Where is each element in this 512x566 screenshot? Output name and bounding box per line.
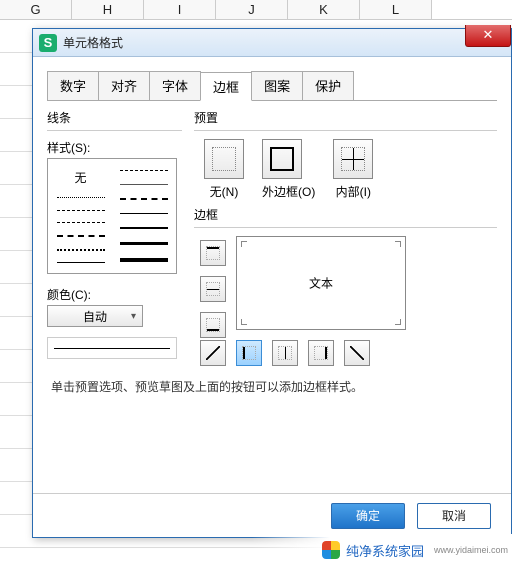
col-header[interactable]: K xyxy=(288,0,360,19)
color-dropdown[interactable]: 自动 xyxy=(47,305,143,327)
border-bottom-button[interactable] xyxy=(200,312,226,338)
dialog-title: 单元格格式 xyxy=(63,34,123,51)
style-double[interactable] xyxy=(120,242,168,245)
preset-outer-label: 外边框(O) xyxy=(262,183,315,200)
border-hmid-button[interactable] xyxy=(200,276,226,302)
border-top-button[interactable] xyxy=(200,240,226,266)
col-header[interactable]: H xyxy=(72,0,144,19)
border-section-label: 边框 xyxy=(194,206,497,223)
col-header[interactable]: G xyxy=(0,0,72,19)
col-header[interactable]: I xyxy=(144,0,216,19)
style-hair[interactable] xyxy=(120,184,168,185)
border-diag-down-button[interactable] xyxy=(344,340,370,366)
preview-text: 文本 xyxy=(309,275,333,292)
style-dotted[interactable] xyxy=(57,197,105,198)
preset-inner-button[interactable] xyxy=(333,139,373,179)
watermark-url: www.yidaimei.com xyxy=(434,545,508,555)
border-diag-up-button[interactable] xyxy=(200,340,226,366)
tab-font[interactable]: 字体 xyxy=(149,71,201,100)
style-label: 样式(S): xyxy=(47,139,182,156)
preset-outer-button[interactable] xyxy=(262,139,302,179)
preset-section-label: 预置 xyxy=(194,109,497,126)
watermark-brand: 纯净系统家园 xyxy=(346,541,424,560)
watermark: 纯净系统家园 www.yidaimei.com xyxy=(252,534,512,566)
app-icon: S xyxy=(39,34,57,52)
hint-text: 单击预置选项、预览草图及上面的按钮可以添加边框样式。 xyxy=(33,374,511,399)
border-vmid-button[interactable] xyxy=(272,340,298,366)
preset-none-label: 无(N) xyxy=(204,183,244,200)
titlebar[interactable]: S 单元格格式 ✕ xyxy=(33,29,511,57)
border-left-button[interactable] xyxy=(236,340,262,366)
style-dashed[interactable] xyxy=(57,210,105,211)
preset-inner-label: 内部(I) xyxy=(333,183,373,200)
tab-pattern[interactable]: 图案 xyxy=(251,71,303,100)
style-dash-dot-dot[interactable] xyxy=(57,235,105,237)
cancel-button[interactable]: 取消 xyxy=(417,503,491,529)
color-value: 自动 xyxy=(83,308,107,325)
col-header[interactable]: J xyxy=(216,0,288,19)
style-dash-dot[interactable] xyxy=(57,222,105,223)
tab-border[interactable]: 边框 xyxy=(200,72,252,101)
line-style-picker[interactable]: 无 xyxy=(47,158,177,274)
cell-format-dialog: S 单元格格式 ✕ 数字 对齐 字体 边框 图案 保护 线条 样式(S): 无 xyxy=(32,28,512,538)
ok-button[interactable]: 确定 xyxy=(331,503,405,529)
dialog-buttons: 确定 取消 xyxy=(33,493,511,537)
color-label: 颜色(C): xyxy=(47,286,182,303)
style-med-dash[interactable] xyxy=(120,170,168,171)
style-medium[interactable] xyxy=(120,213,168,214)
style-med-dash-dot[interactable] xyxy=(120,198,168,200)
tab-number[interactable]: 数字 xyxy=(47,71,99,100)
style-extra-thick[interactable] xyxy=(120,258,168,262)
tab-protect[interactable]: 保护 xyxy=(302,71,354,100)
tabstrip: 数字 对齐 字体 边框 图案 保护 xyxy=(47,71,497,101)
border-preview[interactable]: 文本 xyxy=(236,236,406,330)
style-none[interactable]: 无 xyxy=(74,169,86,186)
line-sample xyxy=(47,337,177,359)
column-headers: G H I J K L xyxy=(0,0,512,20)
style-long-dash[interactable] xyxy=(57,249,105,251)
col-header[interactable]: L xyxy=(360,0,432,19)
border-right-button[interactable] xyxy=(308,340,334,366)
tab-align[interactable]: 对齐 xyxy=(98,71,150,100)
close-button[interactable]: ✕ xyxy=(465,25,511,47)
style-thick[interactable] xyxy=(120,227,168,229)
line-section-label: 线条 xyxy=(47,109,182,126)
preset-none-button[interactable] xyxy=(204,139,244,179)
watermark-icon xyxy=(322,541,340,559)
style-thin[interactable] xyxy=(57,262,105,263)
